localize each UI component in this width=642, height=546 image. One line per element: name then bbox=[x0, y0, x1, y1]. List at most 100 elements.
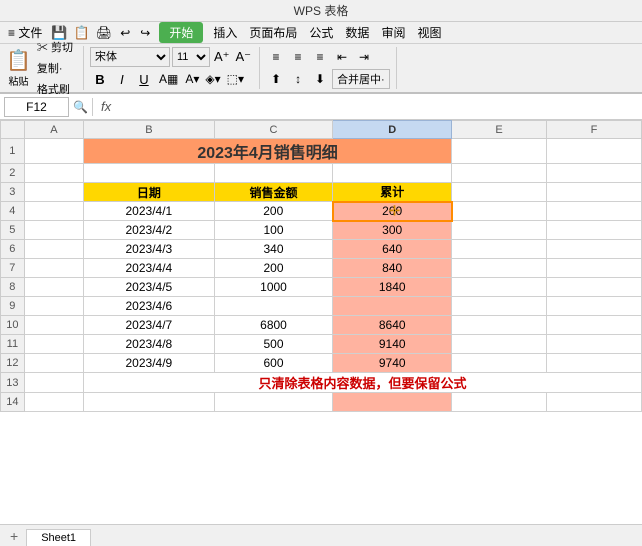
cell-d12[interactable]: 9740 bbox=[333, 354, 452, 373]
menu-formula[interactable]: 公式 bbox=[303, 22, 339, 43]
cell-e7[interactable] bbox=[452, 259, 547, 278]
cell-b1[interactable]: 2023年4月销售明细 bbox=[84, 139, 452, 164]
align-left-icon[interactable]: ≡ bbox=[266, 47, 286, 67]
cell-f2[interactable] bbox=[547, 164, 642, 183]
cell-f14[interactable] bbox=[547, 393, 642, 412]
cell-f6[interactable] bbox=[547, 240, 642, 259]
menu-view[interactable]: 视图 bbox=[411, 22, 447, 43]
cell-e11[interactable] bbox=[452, 335, 547, 354]
cell-a8[interactable] bbox=[24, 278, 83, 297]
merge-center-button[interactable]: 合并居中· bbox=[332, 69, 390, 89]
valign-top-icon[interactable]: ⬆ bbox=[266, 69, 286, 89]
row-num-14[interactable]: 14 bbox=[1, 393, 25, 412]
cell-c8[interactable]: 1000 bbox=[214, 278, 333, 297]
cell-f5[interactable] bbox=[547, 221, 642, 240]
formula-input[interactable] bbox=[119, 97, 638, 117]
cell-e10[interactable] bbox=[452, 316, 547, 335]
cell-b13[interactable]: 只清除表格内容数据，但要保留公式 bbox=[84, 373, 642, 393]
copy-button[interactable]: 复制· bbox=[33, 58, 77, 78]
row-num-13[interactable]: 13 bbox=[1, 373, 25, 393]
cell-b7[interactable]: 2023/4/4 bbox=[84, 259, 215, 278]
cell-c2[interactable] bbox=[214, 164, 333, 183]
cut-button[interactable]: ✂ 剪切 bbox=[33, 37, 77, 57]
underline-button[interactable]: U bbox=[134, 69, 154, 89]
valign-bot-icon[interactable]: ⬇ bbox=[310, 69, 330, 89]
fill-color-icon[interactable]: ◈▾ bbox=[203, 72, 222, 86]
font-border-icon[interactable]: A▦ bbox=[156, 71, 181, 87]
cell-d14[interactable] bbox=[333, 393, 452, 412]
cell-b5[interactable]: 2023/4/2 bbox=[84, 221, 215, 240]
cell-d5[interactable]: 300 bbox=[333, 221, 452, 240]
row-num-6[interactable]: 6 bbox=[1, 240, 25, 259]
cell-e3[interactable] bbox=[452, 183, 547, 202]
col-header-d[interactable]: D bbox=[333, 121, 452, 139]
cell-b8[interactable]: 2023/4/5 bbox=[84, 278, 215, 297]
col-header-e[interactable]: E bbox=[452, 121, 547, 139]
cell-a13[interactable] bbox=[24, 373, 83, 393]
menu-review[interactable]: 审阅 bbox=[375, 22, 411, 43]
toolbar-print[interactable]: 🖨 bbox=[93, 23, 116, 43]
cell-f12[interactable] bbox=[547, 354, 642, 373]
menu-insert[interactable]: 插入 bbox=[207, 22, 243, 43]
cell-a6[interactable] bbox=[24, 240, 83, 259]
cell-d3[interactable]: 累计 bbox=[333, 183, 452, 202]
row-num-7[interactable]: 7 bbox=[1, 259, 25, 278]
menu-pagelayout[interactable]: 页面布局 bbox=[243, 22, 303, 43]
cell-f7[interactable] bbox=[547, 259, 642, 278]
cell-a14[interactable] bbox=[24, 393, 83, 412]
cell-a9[interactable] bbox=[24, 297, 83, 316]
paste-label[interactable]: 粘贴 bbox=[8, 73, 28, 88]
align-center-icon[interactable]: ≡ bbox=[288, 47, 308, 67]
font-color-icon[interactable]: A▾ bbox=[183, 72, 201, 86]
cell-e4[interactable] bbox=[452, 202, 547, 221]
cell-b2[interactable] bbox=[84, 164, 215, 183]
cell-f8[interactable] bbox=[547, 278, 642, 297]
row-num-11[interactable]: 11 bbox=[1, 335, 25, 354]
cell-d8[interactable]: 1840 bbox=[333, 278, 452, 297]
cell-e2[interactable] bbox=[452, 164, 547, 183]
cell-c5[interactable]: 100 bbox=[214, 221, 333, 240]
cell-b14[interactable] bbox=[84, 393, 215, 412]
cell-a3[interactable] bbox=[24, 183, 83, 202]
col-header-b[interactable]: B bbox=[84, 121, 215, 139]
cell-c10[interactable]: 6800 bbox=[214, 316, 333, 335]
col-header-f[interactable]: F bbox=[547, 121, 642, 139]
cell-a7[interactable] bbox=[24, 259, 83, 278]
toolbar-redo[interactable]: ↪ bbox=[135, 24, 155, 42]
toolbar-undo[interactable]: ↩ bbox=[115, 24, 135, 42]
menu-data[interactable]: 数据 bbox=[339, 22, 375, 43]
cell-e1[interactable] bbox=[452, 139, 547, 164]
cell-c14[interactable] bbox=[214, 393, 333, 412]
cell-f9[interactable] bbox=[547, 297, 642, 316]
cell-b12[interactable]: 2023/4/9 bbox=[84, 354, 215, 373]
cell-d9[interactable] bbox=[333, 297, 452, 316]
valign-mid-icon[interactable]: ↕ bbox=[288, 69, 308, 89]
indent-increase-icon[interactable]: ⇥ bbox=[354, 47, 374, 67]
align-right-icon[interactable]: ≡ bbox=[310, 47, 330, 67]
cell-c9[interactable] bbox=[214, 297, 333, 316]
row-num-2[interactable]: 2 bbox=[1, 164, 25, 183]
font-shrink-icon[interactable]: A⁻ bbox=[234, 49, 254, 65]
row-num-1[interactable]: 1 bbox=[1, 139, 25, 164]
sheet-tab-1[interactable]: Sheet1 bbox=[26, 529, 91, 546]
row-num-4[interactable]: 4 bbox=[1, 202, 25, 221]
indent-decrease-icon[interactable]: ⇤ bbox=[332, 47, 352, 67]
cell-d4[interactable]: 200 ✛ bbox=[333, 202, 452, 221]
cell-f11[interactable] bbox=[547, 335, 642, 354]
cell-b6[interactable]: 2023/4/3 bbox=[84, 240, 215, 259]
cell-a5[interactable] bbox=[24, 221, 83, 240]
cell-reference[interactable] bbox=[4, 97, 69, 117]
col-header-a[interactable]: A bbox=[24, 121, 83, 139]
cell-b4[interactable]: 2023/4/1 bbox=[84, 202, 215, 221]
cell-b10[interactable]: 2023/4/7 bbox=[84, 316, 215, 335]
sheet-tab-add[interactable]: + bbox=[4, 526, 24, 546]
cell-e14[interactable] bbox=[452, 393, 547, 412]
cell-e5[interactable] bbox=[452, 221, 547, 240]
cell-e9[interactable] bbox=[452, 297, 547, 316]
cell-c6[interactable]: 340 bbox=[214, 240, 333, 259]
row-num-3[interactable]: 3 bbox=[1, 183, 25, 202]
paste-icon[interactable]: 📋 bbox=[6, 48, 31, 73]
font-grow-icon[interactable]: A⁺ bbox=[212, 49, 232, 65]
cell-d6[interactable]: 640 bbox=[333, 240, 452, 259]
cell-f3[interactable] bbox=[547, 183, 642, 202]
